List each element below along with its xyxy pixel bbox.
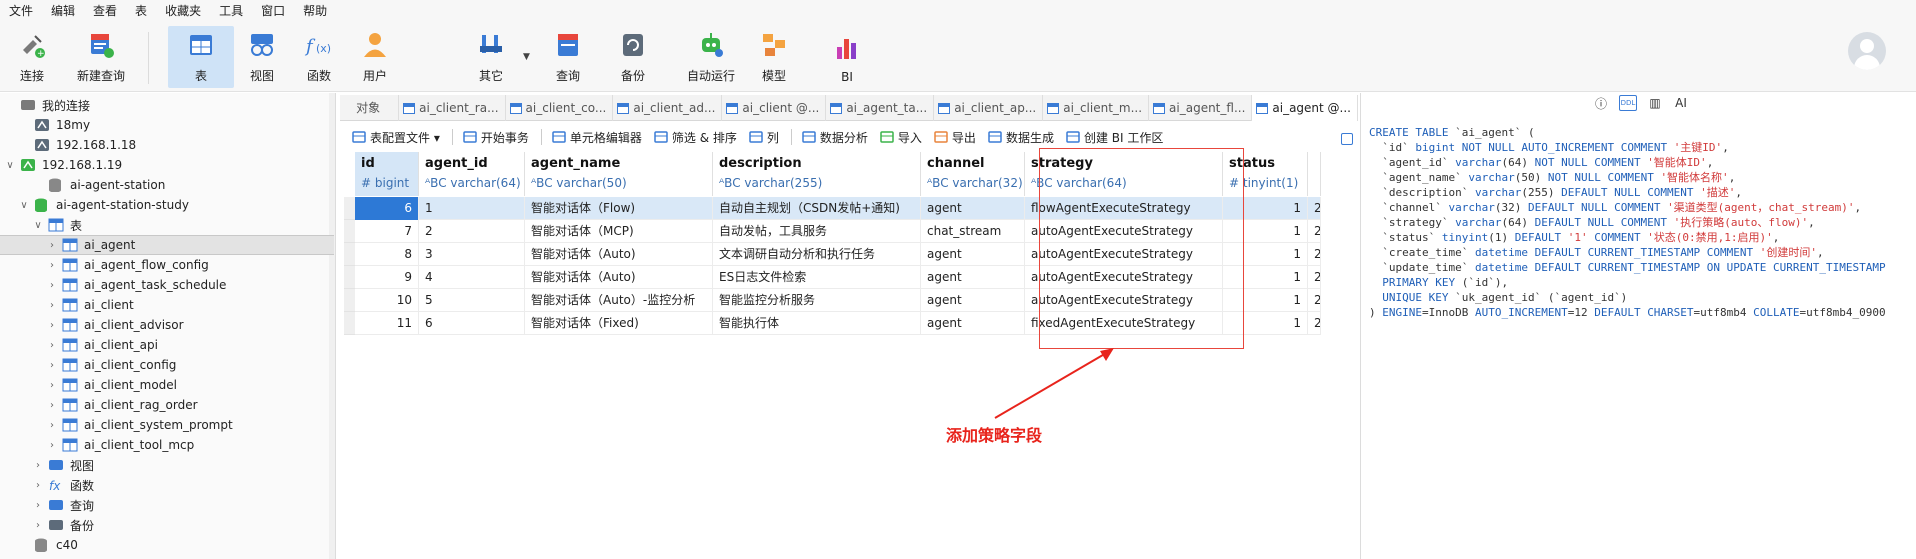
ddl-toolbar: ⓘ DDL ▥ AI: [1593, 95, 1689, 111]
split-view-icon[interactable]: ▥: [1647, 95, 1663, 111]
ddl-line: `status` tinyint(1) DEFAULT '1' COMMENT …: [1369, 231, 1780, 244]
ddl-line: ) ENGINE=InnoDB AUTO_INCREMENT=12 DEFAUL…: [1369, 306, 1886, 319]
ddl-line: CREATE TABLE `ai_agent` (: [1369, 126, 1535, 139]
annotation-text: 添加策略字段: [946, 426, 1043, 445]
ddl-line: PRIMARY KEY (`id`),: [1382, 276, 1509, 289]
ddl-line: `agent_id` varchar(64) NOT NULL COMMENT …: [1369, 156, 1714, 169]
ddl-icon[interactable]: DDL: [1619, 95, 1637, 111]
ddl-line: `create_time` datetime DEFAULT CURRENT_T…: [1369, 246, 1824, 259]
ddl-line: `id` bigint NOT NULL AUTO_INCREMENT COMM…: [1369, 141, 1729, 154]
ddl-line: `agent_name` varchar(50) NOT NULL COMMEN…: [1369, 171, 1736, 184]
ai-icon[interactable]: AI: [1673, 95, 1689, 111]
info-icon[interactable]: ⓘ: [1593, 95, 1609, 111]
ddl-line: `channel` varchar(32) DEFAULT NULL COMME…: [1369, 201, 1862, 214]
ddl-line: `update_time` datetime DEFAULT CURRENT_T…: [1369, 261, 1886, 274]
ddl-line: UNIQUE KEY `uk_agent_id` (`agent_id`): [1382, 291, 1628, 304]
ddl-line: `description` varchar(255) DEFAULT NULL …: [1369, 186, 1743, 199]
ddl-line: `strategy` varchar(64) DEFAULT NULL COMM…: [1369, 216, 1815, 229]
ddl-code: CREATE TABLE `ai_agent` ( `id` bigint NO…: [1369, 125, 1886, 320]
ddl-panel: ⓘ DDL ▥ AI CREATE TABLE `ai_agent` ( `id` b…: [1360, 93, 1916, 559]
